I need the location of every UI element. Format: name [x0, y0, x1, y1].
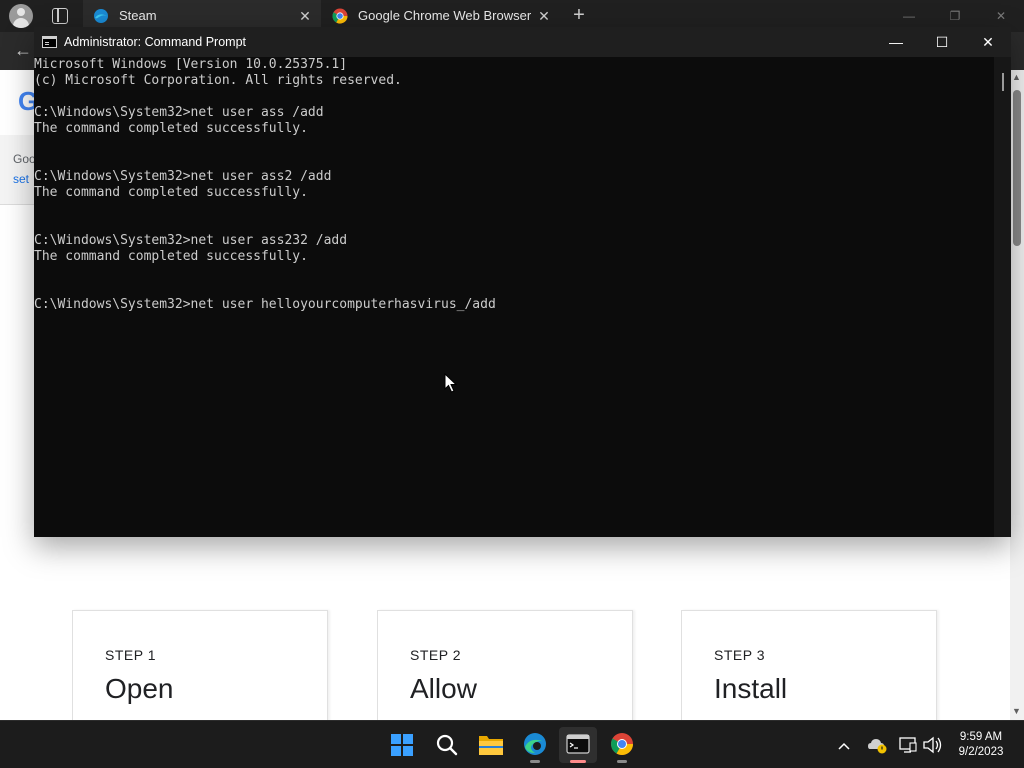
step-title: Open [105, 673, 174, 704]
windows-logo-icon [391, 734, 413, 756]
clock-date: 9/2/2023 [958, 746, 1004, 758]
onedrive-tray-button[interactable] [866, 721, 888, 768]
running-indicator [530, 760, 540, 763]
scroll-up-icon[interactable]: ▲ [1012, 72, 1021, 82]
page-header-text: Goo [13, 152, 36, 166]
show-hidden-icons-button[interactable] [834, 721, 854, 768]
cloud-warning-icon [868, 739, 887, 754]
console-line: Microsoft Windows [Version 10.0.25375.1] [34, 57, 348, 72]
step-card-3: STEP 3 Install [681, 610, 937, 730]
volume-tray-button[interactable] [921, 721, 943, 768]
cmd-window-icon [42, 36, 57, 48]
console-line: The command completed successfully. [34, 249, 308, 264]
edge-icon [94, 9, 108, 23]
clock[interactable]: 9:59 AM 9/2/2023 [950, 730, 1012, 760]
back-arrow-icon[interactable]: ← [14, 40, 32, 61]
active-indicator [570, 760, 586, 763]
search-button[interactable] [428, 727, 466, 763]
console-line: (c) Microsoft Corporation. All rights re… [34, 73, 402, 88]
step-card-2: STEP 2 Allow [377, 610, 633, 730]
cmd-window-title: Administrator: Command Prompt [64, 35, 247, 49]
step-number: STEP 2 [410, 647, 461, 663]
page-scrollbar[interactable]: ▲ ▼ [1010, 70, 1024, 720]
volume-icon [923, 736, 942, 754]
console-line: The command completed successfully. [34, 185, 308, 200]
step-title: Allow [410, 673, 477, 704]
scroll-down-icon[interactable]: ▼ [1012, 706, 1021, 716]
page-header-link[interactable]: set [13, 172, 29, 186]
console-line: C:\Windows\System32>net user ass2 /add [34, 169, 332, 184]
console-line: C:\Windows\System32>net user ass232 /add [34, 233, 348, 248]
step-number: STEP 1 [105, 647, 156, 663]
chrome-button[interactable] [603, 727, 641, 763]
edge-icon [524, 733, 546, 755]
command-prompt-window[interactable]: Administrator: Command Prompt — ☐ ✕ Micr… [34, 27, 1011, 537]
cmd-scrollbar[interactable] [994, 57, 1011, 537]
edge-button[interactable] [516, 727, 554, 763]
cmd-title-bar[interactable]: Administrator: Command Prompt — ☐ ✕ [34, 27, 1011, 57]
chevron-up-icon [838, 742, 850, 750]
network-tray-button[interactable] [897, 721, 919, 768]
file-explorer-button[interactable] [472, 727, 510, 763]
page-header-panel [0, 135, 34, 205]
cmd-minimize-button[interactable]: — [873, 27, 919, 57]
cmd-close-button[interactable]: ✕ [965, 27, 1011, 57]
start-button[interactable] [383, 727, 421, 763]
chrome-icon [332, 8, 348, 24]
console-line: C:\Windows\System32>net user ass /add [34, 105, 324, 120]
terminal-button[interactable] [559, 727, 597, 763]
mouse-pointer-icon [444, 373, 458, 393]
folder-icon [479, 736, 503, 755]
page-scrollbar-thumb[interactable] [1013, 90, 1021, 246]
step-title: Install [714, 673, 788, 704]
step-card-1: STEP 1 Open [72, 610, 328, 730]
clock-time: 9:59 AM [959, 731, 1003, 743]
console-input-text: C:\Windows\System32>net user helloyourco… [34, 297, 457, 312]
step-number: STEP 3 [714, 647, 765, 663]
terminal-icon [566, 734, 590, 754]
search-icon [436, 734, 458, 756]
taskbar: 9:59 AM 9/2/2023 [0, 720, 1024, 768]
network-icon [899, 737, 917, 753]
console-input-line[interactable]: C:\Windows\System32>net user helloyourco… [34, 297, 496, 313]
profile-avatar-icon[interactable] [9, 4, 33, 28]
console-input-text: /add [464, 297, 496, 312]
chrome-icon [611, 733, 633, 755]
console-line: The command completed successfully. [34, 121, 308, 136]
cmd-maximize-button[interactable]: ☐ [919, 27, 965, 57]
tab-actions-icon[interactable] [52, 8, 68, 24]
cmd-console-output[interactable]: Microsoft Windows [Version 10.0.25375.1]… [34, 57, 994, 537]
cmd-scrollbar-thumb[interactable] [1002, 73, 1004, 91]
running-indicator [617, 760, 627, 763]
